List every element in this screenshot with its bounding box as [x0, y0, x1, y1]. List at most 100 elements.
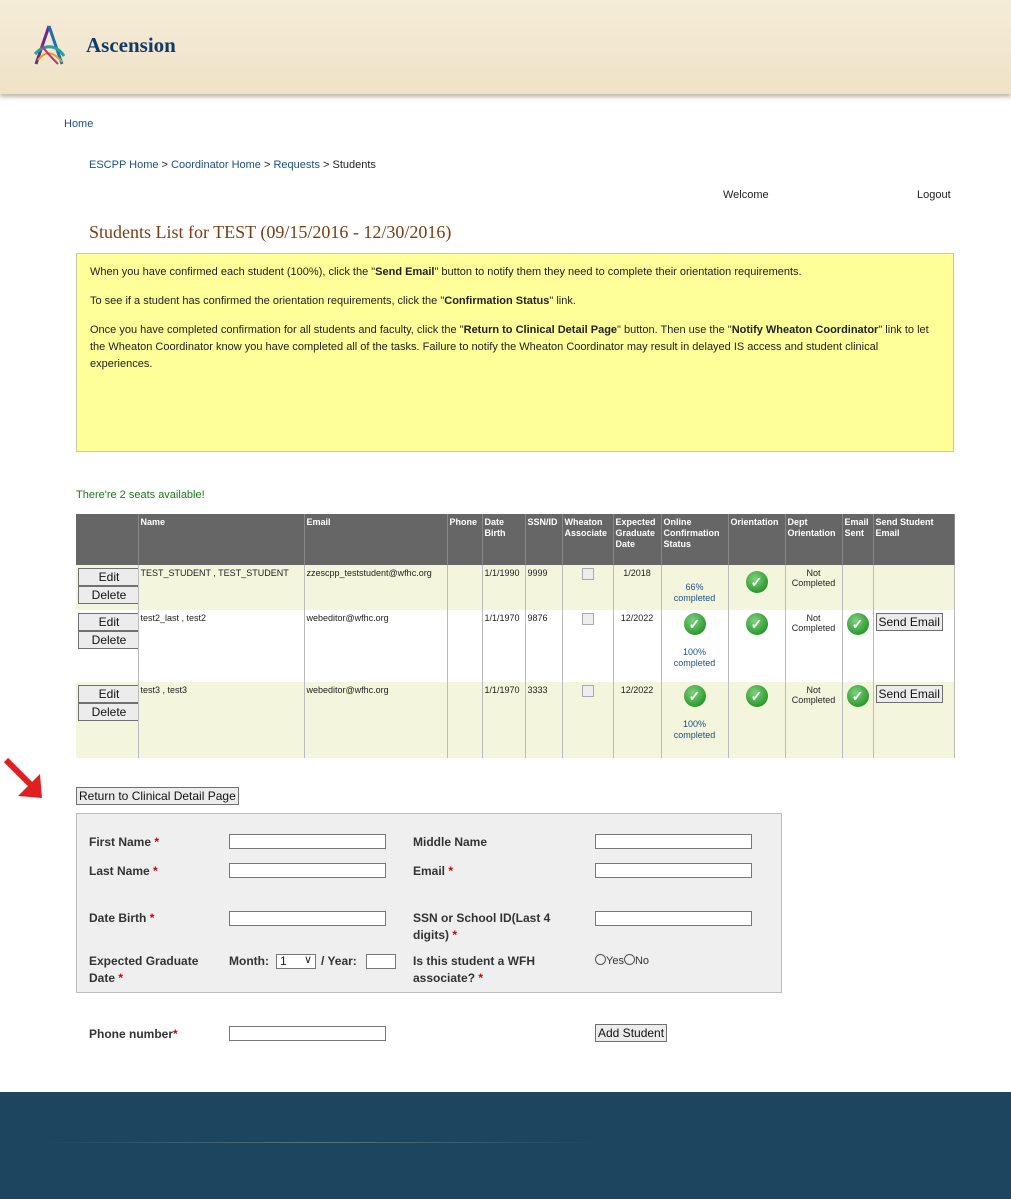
seats-available-text: There're 2 seats available!	[76, 489, 205, 501]
wfh-associate-radio-group: Yes No	[595, 954, 649, 967]
student-grad-date: 1/2018	[613, 565, 662, 610]
yes-radio-icon[interactable]	[595, 954, 606, 965]
year-input[interactable]	[366, 954, 396, 969]
student-phone	[447, 565, 483, 610]
col-wheaton-associate: Wheaton Associate	[562, 514, 614, 565]
confirmation-status-link[interactable]: 100% completed	[664, 647, 726, 669]
phone-label: Phone number*	[89, 1027, 178, 1041]
phone-input[interactable]	[229, 1026, 386, 1041]
col-date-birth: Date Birth	[482, 514, 526, 565]
footer-divider	[40, 1142, 600, 1143]
date-birth-input[interactable]	[229, 911, 386, 926]
no-radio-icon[interactable]	[623, 954, 635, 965]
confirmation-check-icon[interactable]: ✓	[683, 613, 706, 635]
yes-radio-label[interactable]: Yes	[606, 955, 624, 967]
notice-paragraph-2: To see if a student has confirmed the or…	[90, 295, 576, 307]
instructions-notice: When you have confirmed each student (10…	[76, 253, 954, 452]
dept-orientation-status: Not Completed	[785, 565, 843, 610]
email-sent-check-icon: ✓	[846, 685, 869, 707]
send-email-button[interactable]: Send Email	[875, 613, 943, 631]
col-email: Email	[304, 514, 448, 565]
student-name: test2_last , test2	[138, 610, 305, 682]
orientation-check-icon: ✓	[745, 685, 768, 707]
email-sent-check-icon: ✓	[846, 613, 869, 635]
student-phone	[447, 682, 483, 758]
col-confirmation-status: Online Confirmation Status	[661, 514, 729, 565]
student-dob: 1/1/1990	[482, 565, 526, 610]
breadcrumb-coordinator-home[interactable]: Coordinator Home	[171, 159, 261, 171]
delete-button[interactable]: Delete	[78, 586, 140, 604]
notice-paragraph-3: Once you have completed confirmation for…	[90, 324, 929, 370]
wheaton-associate-checkbox[interactable]	[581, 568, 594, 580]
student-grad-date: 12/2022	[613, 610, 662, 682]
orientation-check-icon: ✓	[745, 571, 768, 593]
student-name: test3 , test3	[138, 682, 305, 758]
email-label: Email *	[413, 864, 454, 878]
ssn-input[interactable]	[595, 911, 752, 926]
student-email: webeditor@wfhc.org	[304, 610, 448, 682]
welcome-text: Welcome	[723, 189, 769, 201]
col-email-sent: Email Sent	[842, 514, 874, 565]
col-graduate-date: Expected Graduate Date	[613, 514, 662, 565]
last-name-input[interactable]	[229, 863, 386, 878]
edit-button[interactable]: Edit	[78, 568, 140, 586]
return-to-clinical-detail-button[interactable]: Return to Clinical Detail Page	[76, 787, 239, 805]
student-ssn: 9876	[525, 610, 563, 682]
table-row: Edit Delete test2_last , test2 webeditor…	[76, 610, 955, 682]
month-label: Month:	[229, 954, 269, 968]
student-ssn: 9999	[525, 565, 563, 610]
home-link[interactable]: Home	[64, 118, 93, 130]
edit-button[interactable]: Edit	[78, 613, 140, 631]
col-actions	[76, 514, 139, 565]
ssn-label: SSN or School ID(Last 4 digits) *	[413, 911, 551, 942]
brand-name[interactable]: Ascension	[86, 33, 176, 58]
send-email-button[interactable]: Send Email	[875, 685, 943, 703]
students-table: Name Email Phone Date Birth SSN/ID Wheat…	[76, 514, 955, 758]
student-email: webeditor@wfhc.org	[304, 682, 448, 758]
delete-button[interactable]: Delete	[78, 703, 140, 721]
site-footer	[0, 1092, 1011, 1199]
date-birth-label: Date Birth *	[89, 911, 155, 925]
table-row: Edit Delete TEST_STUDENT , TEST_STUDENT …	[76, 565, 955, 610]
orientation-check-icon: ✓	[745, 613, 768, 635]
ascension-logo-icon[interactable]	[32, 24, 66, 68]
first-name-input[interactable]	[229, 834, 386, 849]
edit-button[interactable]: Edit	[78, 685, 140, 703]
col-dept-orientation: Dept Orientation	[785, 514, 843, 565]
graduate-date-label: Expected Graduate Date *	[89, 954, 199, 985]
dept-orientation-status: Not Completed	[785, 682, 843, 758]
logout-link[interactable]: Logout	[917, 189, 951, 201]
confirmation-status-link[interactable]: 100% completed	[664, 719, 726, 741]
student-phone	[447, 610, 483, 682]
middle-name-input[interactable]	[595, 834, 752, 849]
student-dob: 1/1/1970	[482, 610, 526, 682]
page-title: Students List for TEST (09/15/2016 - 12/…	[89, 222, 452, 242]
first-name-label: First Name *	[89, 835, 160, 849]
dept-orientation-status: Not Completed	[785, 610, 843, 682]
chevron-down-icon: ∨	[303, 954, 312, 966]
breadcrumb-requests[interactable]: Requests	[273, 159, 319, 171]
red-arrow-icon	[4, 757, 42, 798]
month-select[interactable]: 1 ∨	[276, 954, 316, 969]
wheaton-associate-checkbox[interactable]	[581, 685, 594, 697]
breadcrumb-escpp-home[interactable]: ESCPP Home	[89, 159, 159, 171]
student-grad-date: 12/2022	[613, 682, 662, 758]
student-dob: 1/1/1970	[482, 682, 526, 758]
breadcrumb: ESCPP Home > Coordinator Home > Requests…	[89, 159, 376, 171]
wfh-associate-label: Is this student a WFH associate? *	[413, 954, 536, 985]
student-email: zzescpp_teststudent@wfhc.org	[304, 565, 448, 610]
email-input[interactable]	[595, 863, 752, 878]
delete-button[interactable]: Delete	[78, 631, 140, 649]
col-ssn: SSN/ID	[525, 514, 563, 565]
confirmation-check-icon[interactable]: ✓	[683, 685, 706, 707]
year-label: / Year:	[321, 954, 357, 968]
confirmation-status-link[interactable]: 66% completed	[664, 582, 726, 604]
site-header: Ascension	[0, 0, 1011, 94]
notice-paragraph-1: When you have confirmed each student (10…	[90, 266, 802, 278]
wheaton-associate-checkbox[interactable]	[581, 613, 594, 625]
add-student-button[interactable]: Add Student	[595, 1024, 668, 1042]
middle-name-label: Middle Name	[413, 835, 488, 849]
no-radio-label[interactable]: No	[635, 955, 649, 967]
breadcrumb-students: Students	[332, 159, 376, 171]
table-row: Edit Delete test3 , test3 webeditor@wfhc…	[76, 682, 955, 758]
